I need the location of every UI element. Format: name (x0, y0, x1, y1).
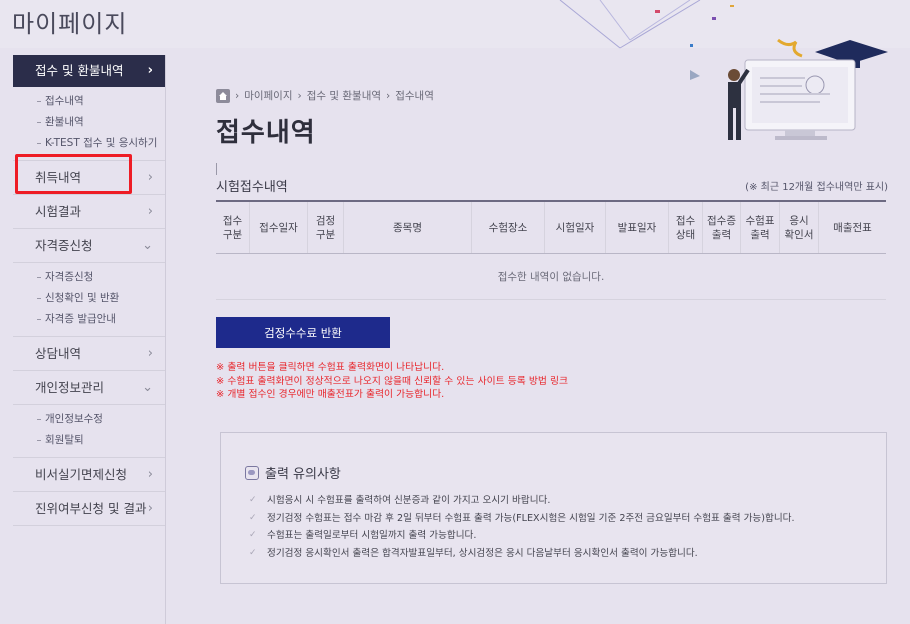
chevron-down-icon: ⌄ (142, 380, 153, 395)
breadcrumb-item[interactable]: 접수 및 환불내역 (307, 88, 381, 103)
sidebar-subitem-refund-history[interactable]: 환불내역 (35, 112, 165, 133)
caution-panel: 출력 유의사항 시험응시 시 수험표를 출력하여 신분증과 같이 가지고 오시기… (220, 432, 887, 584)
sidebar-item-label: 시험결과 (35, 204, 82, 219)
chevron-right-icon: › (147, 63, 153, 78)
page-title: 접수내역 (216, 118, 316, 148)
sidebar-item-registration-refund[interactable]: 접수 및 환불내역 › (13, 55, 165, 87)
table-header-cell: 검정 구분 (308, 202, 344, 253)
table-header-cell: 접수 상태 (669, 202, 703, 253)
sidebar-item-exam-results[interactable]: 시험결과 › (13, 195, 165, 229)
sidebar-item-certificate-apply[interactable]: 자격증신청 ⌄ (13, 229, 165, 263)
sidebar-subitem-certificate-guide[interactable]: 자격증 발급안내 (35, 309, 165, 330)
sidebar-item-label: 비서실기면제신청 (35, 467, 128, 482)
divider (216, 163, 217, 175)
sidebar-item-label: 자격증신청 (35, 238, 93, 253)
caution-list: 시험응시 시 수험표를 출력하여 신분증과 같이 가지고 오시기 바랍니다. 정… (247, 492, 795, 562)
table-header-cell: 접수일자 (250, 202, 308, 253)
sidebar-subitem-withdraw[interactable]: 회원탈퇴 (35, 430, 165, 451)
section-note: (※ 최근 12개월 접수내역만 표시) (745, 182, 888, 193)
sidebar-subitem-registration-history[interactable]: 접수내역 (35, 91, 165, 112)
caution-title-text: 출력 유의사항 (265, 467, 341, 482)
sidebar-group-privacy: 개인정보관리 ⌄ 개인정보수정 회원탈퇴 (13, 371, 165, 458)
sidebar-subitem-ktest[interactable]: K-TEST 접수 및 응시하기 (35, 133, 165, 154)
sidebar-item-label: 상담내역 (35, 346, 82, 361)
breadcrumb-separator: › (386, 89, 391, 102)
sidebar-item-privacy[interactable]: 개인정보관리 ⌄ (13, 371, 165, 405)
chevron-right-icon: › (147, 346, 153, 361)
chevron-right-icon: › (147, 170, 153, 185)
chevron-down-icon: ⌄ (142, 238, 153, 253)
table-header-cell: 발표일자 (606, 202, 669, 253)
table-header-cell: 매출전표 (833, 221, 872, 234)
caution-heading: 출력 유의사항 (245, 463, 341, 482)
sidebar-item-acquisition[interactable]: 취득내역 › (13, 161, 165, 195)
breadcrumb-item: 접수내역 (395, 90, 434, 102)
sidebar-item-label: 개인정보관리 (35, 380, 105, 395)
registration-table: 접수 구분 접수일자 검정 구분 종목명 수험장소 시험일자 발표일자 접수 상태 접수증 출력… (216, 200, 886, 300)
caution-item: 정기검정 응시확인서 출력은 합격자발표일부터, 상시검정은 응시 다음날부터 … (247, 545, 795, 563)
chevron-right-icon: › (147, 467, 153, 482)
table-empty-message: 접수한 내역이 없습니다. (216, 254, 886, 300)
sidebar-item-label: 진위여부신청 및 결과 (35, 501, 147, 516)
caution-item: 정기검정 수험표는 접수 마감 후 2일 뒤부터 수험표 출력 가능(FLEX시… (247, 510, 795, 528)
sidebar: 접수 및 환불내역 › 접수내역 환불내역 K-TEST 접수 및 응시하기 취… (13, 55, 166, 624)
breadcrumb-item[interactable]: 마이페이지 (244, 88, 292, 103)
sidebar-subitem-edit-profile[interactable]: 개인정보수정 (35, 409, 165, 430)
table-header-cell: 응시 확인서 (780, 202, 819, 253)
sidebar-group-registration: 접수 및 환불내역 › 접수내역 환불내역 K-TEST 접수 및 응시하기 (13, 55, 165, 161)
refund-fee-button[interactable]: 검정수수료 반환 (216, 317, 390, 348)
caution-icon (245, 465, 259, 480)
table-header-cell: 수험장소 (472, 202, 545, 253)
sidebar-item-authenticity[interactable]: 진위여부신청 및 결과 › (13, 492, 165, 526)
section-title: 시험접수내역 (216, 180, 288, 195)
sidebar-item-label: 접수 및 환불내역 (35, 63, 124, 78)
sidebar-item-secretary-exemption[interactable]: 비서실기면제신청 › (13, 458, 165, 492)
breadcrumb: › 마이페이지 › 접수 및 환불내역 › 접수내역 (216, 88, 434, 103)
chevron-right-icon: › (147, 501, 153, 516)
notice-item-link[interactable]: ※ 수험표 출력화면이 정상적으로 나오지 않을때 신뢰할 수 있는 사이트 등… (216, 375, 568, 389)
breadcrumb-separator: › (235, 89, 240, 102)
table-header-cell: 시험일자 (545, 202, 606, 253)
caution-item: 시험응시 시 수험표를 출력하여 신분증과 같이 가지고 오시기 바랍니다. (247, 492, 795, 510)
submenu-certificate: 자격증신청 신청확인 및 반환 자격증 발급안내 (13, 263, 165, 337)
chevron-right-icon: › (147, 204, 153, 219)
home-icon[interactable] (216, 88, 230, 103)
sidebar-subitem-certificate-apply[interactable]: 자격증신청 (35, 267, 165, 288)
table-header-cell: 종목명 (344, 202, 472, 253)
notice-item: ※ 개별 접수인 경우에만 매출전표가 출력이 가능합니다. (216, 389, 445, 400)
table-header: 접수 구분 접수일자 검정 구분 종목명 수험장소 시험일자 발표일자 접수 상태 접수증 출력… (216, 202, 886, 254)
table-header-cell: 접수증 출력 (703, 202, 741, 253)
submenu-privacy: 개인정보수정 회원탈퇴 (13, 405, 165, 458)
graduate-illustration (690, 38, 888, 140)
sidebar-group-certificate: 자격증신청 ⌄ 자격증신청 신청확인 및 반환 자격증 발급안내 (13, 229, 165, 337)
table-header-cell: 접수 구분 (216, 202, 250, 253)
submenu-registration: 접수내역 환불내역 K-TEST 접수 및 응시하기 (13, 87, 165, 161)
caution-item: 수험표는 출력일로부터 시험일까지 출력 가능합니다. (247, 527, 795, 545)
notice-list: ※ 출력 버튼을 클릭하면 수험표 출력화면이 나타납니다. ※ 수험표 출력화… (216, 361, 568, 402)
page-heading: 마이페이지 (12, 10, 128, 38)
sidebar-item-consultation[interactable]: 상담내역 › (13, 337, 165, 371)
breadcrumb-separator: › (297, 89, 302, 102)
notice-item: ※ 출력 버튼을 클릭하면 수험표 출력화면이 나타납니다. (216, 362, 445, 373)
sidebar-subitem-certificate-confirm[interactable]: 신청확인 및 반환 (35, 288, 165, 309)
sidebar-item-label: 취득내역 (35, 170, 82, 185)
table-header-cell: 수험표 출력 (741, 202, 780, 253)
